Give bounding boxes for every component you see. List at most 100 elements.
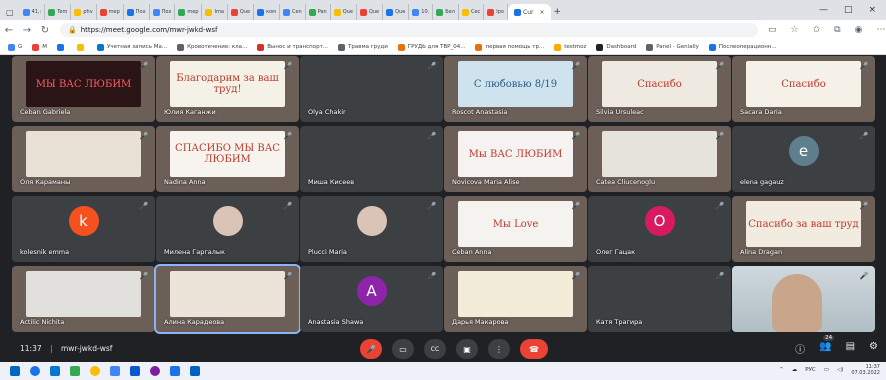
close-window-button[interactable]: × [868,5,876,15]
activities-button[interactable]: ⚙ [869,341,878,356]
browser-tab[interactable]: Tem [45,4,72,20]
participant-tile[interactable]: 🎤 Дарья Макарова [444,266,587,332]
bookmark-item[interactable]: Послеоперационн... [708,43,777,51]
url-field[interactable]: 🔒 https://meet.google.com/mwr-jwkd-wsf [60,23,758,37]
browser-tab[interactable]: Que [357,4,384,20]
end-call-button[interactable]: ☎ [520,339,548,359]
taskbar-app-icon[interactable] [190,366,200,376]
participant-tile[interactable]: СПАСИБО МЫ ВАС ЛЮБИМ 🎤 Nadina Anna [156,126,299,192]
participant-tile[interactable]: Спасибо 🎤 Silvia Ursulеac [588,56,731,122]
participant-tile[interactable]: 🎤 Olya Chakir [300,56,443,122]
browser-tab[interactable]: Que [383,4,410,20]
bookmark-item[interactable]: Травма груди [338,43,388,51]
browser-tab[interactable]: 10. [409,4,434,20]
taskbar-app-icon[interactable] [70,366,80,376]
taskbar-app-icon[interactable] [90,366,100,376]
captions-button[interactable]: CC [424,339,446,359]
camera-toggle-button[interactable]: ▭ [392,339,414,359]
volume-icon[interactable]: ◁) [837,367,843,373]
language-indicator[interactable]: РУС [805,367,816,373]
browser-tab[interactable]: Que [331,4,357,20]
camera-permission-icon[interactable]: ▭ [768,25,777,35]
participant-tile[interactable]: Мы ВАС ЛЮБИМ 🎤 Novicova Maria Alise [444,126,587,192]
bookmark-item[interactable] [57,43,67,51]
minimize-button[interactable]: — [819,5,828,15]
browser-tab[interactable]: Cec [459,4,485,20]
participant-tile[interactable]: 🎤 Катя Трагира [588,266,731,332]
browser-tab[interactable]: Cur × [508,4,551,20]
taskbar-app-icon[interactable] [30,366,40,376]
browser-tab[interactable]: Que [228,4,255,20]
browser-tab[interactable]: mep [175,4,203,20]
profile-icon[interactable]: ◉ [855,25,863,35]
back-button[interactable]: ← [0,25,18,36]
participant-tile[interactable]: Мы Love 🎤 Ceban Anna [444,196,587,262]
browser-tab[interactable]: 41,: [20,4,46,20]
people-button[interactable]: 24 👥 [819,335,835,356]
network-icon[interactable]: ▭ [824,367,829,373]
bookmark-star-icon[interactable]: ☆ [791,25,799,35]
participant-tile[interactable]: 🎤 Catea Cliucenoglu [588,126,731,192]
participant-tile[interactable]: 🎤 Алина Карадеова [154,264,301,334]
taskbar-app-icon[interactable] [50,366,60,376]
favorites-icon[interactable]: ✩ [813,25,821,35]
bookmark-item[interactable] [77,43,87,51]
tray-chevron-icon[interactable]: ⌃ [779,367,784,373]
browser-tab[interactable]: Бел [433,4,459,20]
participant-tile[interactable]: Благодарим за ваш труд! 🎤 Юлия Каганжи [156,56,299,122]
bookmark-item[interactable]: Вынос и транспорт... [257,43,328,51]
taskbar-clock[interactable]: 11:37 07.03.2022 [851,364,880,376]
bookmark-item[interactable]: Учетная запись Ма... [97,43,167,51]
browser-tab[interactable]: Cen [280,4,306,20]
present-button[interactable]: ▣ [456,339,478,359]
browser-tab[interactable]: Ipo [484,4,508,20]
participant-tile[interactable]: 🎤 Plucci Maria [300,196,443,262]
browser-tab[interactable]: Ima [202,4,228,20]
chat-button[interactable]: ▤ [846,341,855,356]
reload-button[interactable]: ↻ [36,25,54,36]
browser-tab[interactable]: Пох [150,4,176,20]
browser-tab[interactable]: phv [71,4,97,20]
bookmark-item[interactable]: M [32,43,47,51]
taskbar-app-icon[interactable] [130,366,140,376]
taskbar-app-icon[interactable] [110,366,120,376]
forward-button[interactable]: → [18,25,36,36]
bookmark-item[interactable]: testmoz [554,43,586,51]
taskbar-app-icon[interactable] [150,366,160,376]
bookmark-item[interactable]: первая помощь тр... [475,43,544,51]
bookmark-item[interactable]: Panel - Genially [646,43,699,51]
more-options-button[interactable]: ⋮ [488,339,510,359]
tab-close-icon[interactable]: × [539,9,544,16]
browser-tab[interactable]: ком [254,4,280,20]
participant-tile[interactable]: A 🎤 Anastasia Shawa [300,266,443,332]
taskbar-app-icon[interactable] [170,366,180,376]
maximize-button[interactable]: □ [844,5,853,15]
participant-tile[interactable]: 🎤 Actilic Nichita [12,266,155,332]
participant-tile[interactable]: e 🎤 elena gagauz [732,126,875,192]
bookmark-item[interactable]: Кровотечение: кла... [177,43,247,51]
new-tab-button[interactable]: + [551,4,565,20]
bookmark-item[interactable]: ГРУДЬ для ТВР_04... [397,43,465,51]
participant-tile[interactable]: МЫ ВАС ЛЮБИМ 🎤 Ceban Gabriela [12,56,155,122]
participant-tile[interactable]: Спасибо 🎤 Sacara Daria [732,56,875,122]
mic-toggle-button[interactable]: 🎤 [360,339,382,359]
tab-list-button[interactable]: ▢ [0,4,20,20]
participant-tile[interactable]: Спасибо за ваш труд 🎤 Alina Dragan [732,196,875,262]
windows-start-icon[interactable] [10,366,20,376]
participant-tile[interactable]: O 🎤 Олег Гацак [588,196,731,262]
meeting-details-button[interactable]: ⓘ [795,341,805,356]
browser-tab[interactable]: mep [97,4,124,20]
cloud-icon[interactable]: ☁ [792,367,798,373]
browser-tab[interactable]: Pan [306,4,331,20]
bookmark-item[interactable]: G [8,43,22,51]
participant-tile[interactable]: 🎤 [732,266,875,332]
participant-tile[interactable]: С любовью 8/19 🎤 Roscot Anastasia [444,56,587,122]
participant-tile[interactable]: 🎤 Миша Кисеев [300,126,443,192]
participant-tile[interactable]: k 🎤 kolesnik emma [12,196,155,262]
collections-icon[interactable]: ⧉ [834,25,840,35]
participant-tile[interactable]: 🎤 Милена Гаргалык [156,196,299,262]
bookmark-item[interactable]: Dashboard [596,43,636,51]
participant-tile[interactable]: 🎤 Оля Караманы [12,126,155,192]
more-menu-icon[interactable]: ⋯ [876,25,885,35]
browser-tab[interactable]: Пох [124,4,150,20]
